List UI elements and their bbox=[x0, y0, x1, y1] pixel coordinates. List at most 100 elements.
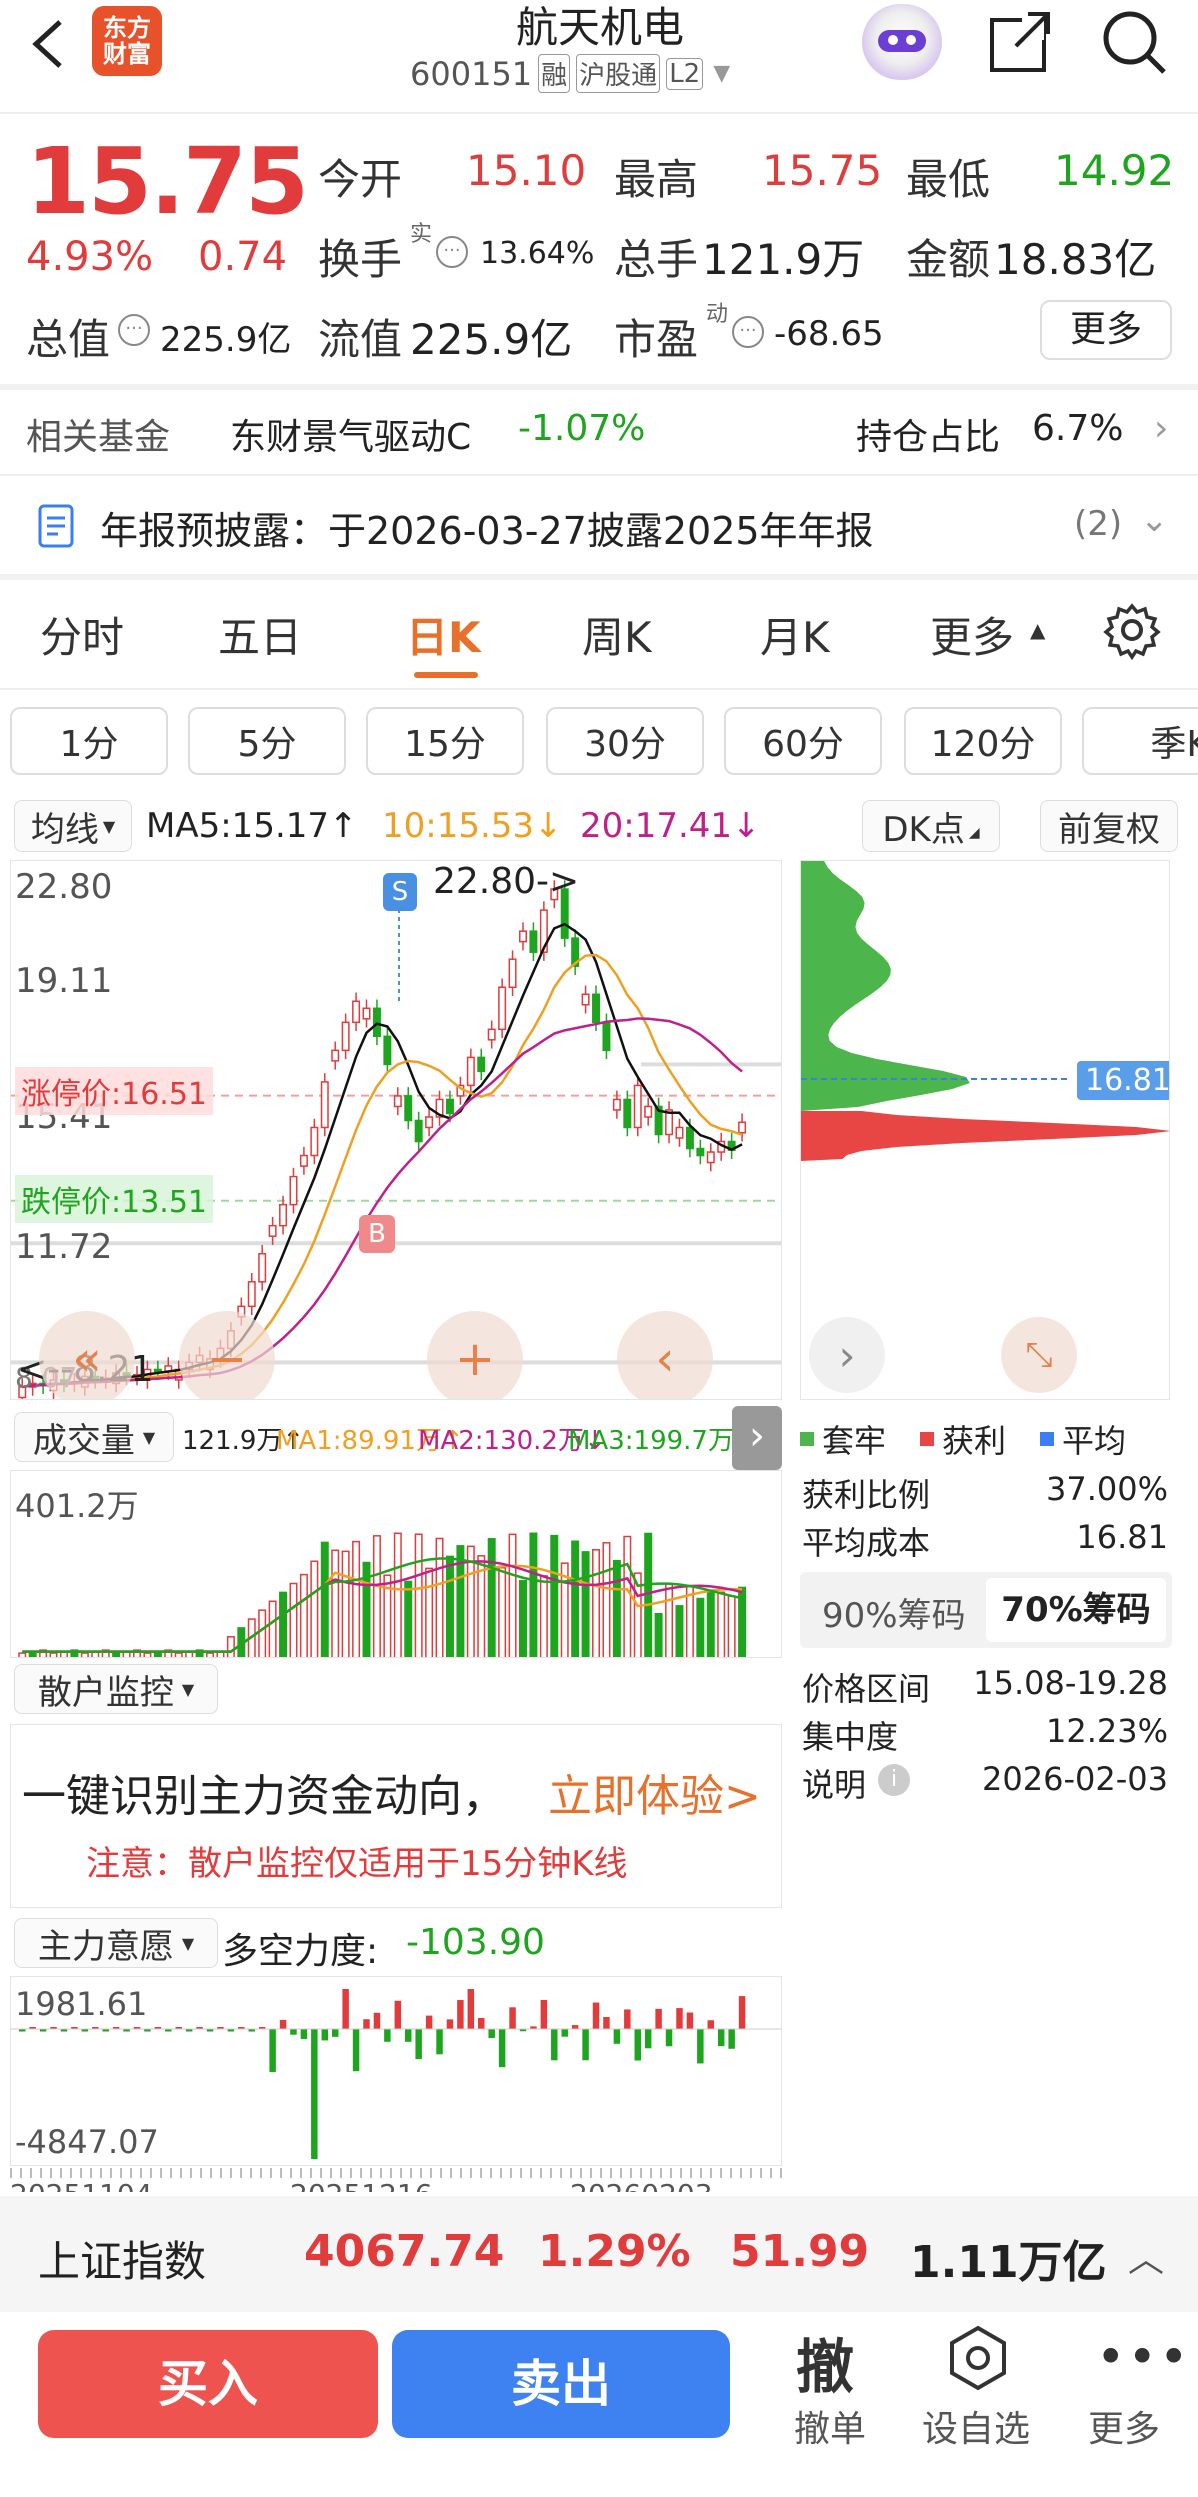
add-watchlist-label[interactable]: 设自选 bbox=[922, 2400, 1030, 2452]
index-price: 4067.74 bbox=[304, 2226, 505, 2277]
share-icon[interactable] bbox=[986, 10, 1056, 76]
tab-five-day[interactable]: 五日 bbox=[218, 604, 302, 665]
buy-button[interactable]: 买入 bbox=[38, 2330, 378, 2438]
ma-selector[interactable]: 均线 ▼ bbox=[14, 800, 132, 852]
main-force-bar bbox=[373, 2012, 381, 2029]
info-icon[interactable]: i bbox=[878, 1764, 910, 1796]
cancel-order-icon[interactable]: 撤 bbox=[796, 2320, 854, 2404]
volume-bar bbox=[279, 1591, 288, 1657]
sell-signal-badge[interactable]: S bbox=[383, 873, 417, 911]
fullscreen-icon[interactable]: ⤡ bbox=[1001, 1317, 1077, 1393]
main-force-selector[interactable]: 主力意愿 ▼ bbox=[14, 1918, 218, 1968]
more-label[interactable]: 更多 bbox=[1088, 2400, 1160, 2452]
legend-profit: 获利 bbox=[942, 1422, 1007, 1460]
period-5min[interactable]: 5分 bbox=[188, 707, 346, 775]
candle-body bbox=[247, 1281, 256, 1308]
scroll-left-end-icon[interactable]: « bbox=[39, 1311, 135, 1399]
tab-chip-70[interactable]: 70%筹码 bbox=[986, 1578, 1166, 1642]
legend-avg-swatch bbox=[1040, 1432, 1055, 1446]
main-force-bar bbox=[436, 2029, 443, 2055]
index-change: 51.99 bbox=[730, 2226, 870, 2277]
profit-chips bbox=[801, 1111, 1169, 1161]
panel-switch-arrow-icon[interactable]: › bbox=[732, 1406, 782, 1470]
tab-chip-90[interactable]: 90%筹码 bbox=[822, 1588, 966, 1637]
volume-selector[interactable]: 成交量 ▼ bbox=[14, 1412, 174, 1462]
ma10-value: 10:15.53↓ bbox=[382, 806, 563, 846]
pe-value: -68.65 bbox=[774, 314, 884, 354]
tab-minute[interactable]: 分时 bbox=[40, 604, 124, 665]
info-dots-icon[interactable]: ··· bbox=[118, 314, 150, 346]
chevron-down-icon[interactable]: ⌄ bbox=[1140, 500, 1169, 540]
stock-name: 航天机电 bbox=[515, 3, 684, 52]
low-label: 最低 bbox=[906, 155, 991, 204]
period-15min[interactable]: 15分 bbox=[366, 707, 524, 775]
notice-text[interactable]: 年报预披露：于2026-03-27披露2025年年报 bbox=[100, 500, 874, 555]
candle-body bbox=[685, 1126, 694, 1150]
period-30min[interactable]: 30分 bbox=[546, 707, 704, 775]
period-120min[interactable]: 120分 bbox=[904, 707, 1062, 775]
zoom-in-icon[interactable]: + bbox=[427, 1311, 523, 1399]
more-button[interactable]: 更多 bbox=[1040, 300, 1172, 360]
volume-bar bbox=[727, 1595, 736, 1657]
info-dots-icon[interactable]: ··· bbox=[732, 316, 764, 348]
main-force-bar bbox=[405, 2029, 412, 2042]
candle-body bbox=[633, 1084, 642, 1129]
volume-bar bbox=[341, 1550, 350, 1657]
tab-daily-k[interactable]: 日K bbox=[406, 604, 481, 665]
candle-body bbox=[738, 1121, 747, 1134]
cancel-order-label[interactable]: 撤单 bbox=[794, 2400, 866, 2452]
main-force-bar bbox=[509, 2007, 516, 2029]
chevron-right-icon[interactable]: › bbox=[1154, 408, 1168, 449]
limit-up-tag: 涨停价:16.51 bbox=[15, 1067, 213, 1115]
info-dots-icon[interactable]: ··· bbox=[436, 236, 468, 268]
buy-signal-badge[interactable]: B bbox=[359, 1215, 395, 1253]
fund-name[interactable]: 东财景气驱动C bbox=[230, 408, 471, 460]
main-force-bar bbox=[644, 2029, 652, 2049]
dk-point-button[interactable]: DK点 ◢ bbox=[862, 800, 1000, 852]
tab-monthly-k[interactable]: 月K bbox=[760, 604, 830, 665]
retail-note: 注意：散户监控仅适用于15分钟K线 bbox=[86, 1844, 628, 1884]
retail-selector[interactable]: 散户监控 ▼ bbox=[14, 1664, 218, 1714]
notice-count: (2) bbox=[1074, 504, 1123, 544]
candle-body bbox=[372, 1007, 381, 1038]
step-left-icon[interactable]: ‹ bbox=[617, 1311, 713, 1399]
robot-assistant-icon[interactable] bbox=[862, 4, 942, 80]
candle-body bbox=[602, 1021, 611, 1052]
caret-down-icon[interactable]: ▼ bbox=[713, 61, 730, 86]
app-logo: 东方 财富 bbox=[92, 6, 162, 76]
caret-down-icon: ▼ bbox=[181, 1679, 195, 1699]
more-dots-icon[interactable]: ••• bbox=[1096, 2328, 1190, 2386]
chip-chart[interactable]: 16.81 › ⤡ bbox=[800, 860, 1170, 1400]
main-force-bar bbox=[384, 2029, 391, 2042]
mktcap-value: 225.9亿 bbox=[160, 320, 292, 360]
zoom-out-icon[interactable]: − bbox=[179, 1311, 275, 1399]
retail-cta[interactable]: 立即体验> bbox=[548, 1760, 761, 1824]
add-watchlist-icon[interactable] bbox=[944, 2324, 1012, 2392]
expand-right-icon[interactable]: › bbox=[809, 1317, 885, 1393]
period-60min[interactable]: 60分 bbox=[724, 707, 882, 775]
retail-headline: 一键识别主力资金动向， bbox=[22, 1771, 506, 1822]
settings-gear-icon[interactable] bbox=[1102, 600, 1162, 661]
k-chart[interactable]: 22.80 19.11 15.41 11.72 8.07 涨停价:16.51 跌… bbox=[10, 860, 782, 1400]
fund-label: 相关基金 bbox=[26, 417, 171, 458]
volume-bar bbox=[352, 1540, 361, 1657]
period-quarter[interactable]: 季K bbox=[1082, 707, 1198, 775]
adjust-button[interactable]: 前复权 bbox=[1040, 800, 1178, 852]
period-1min[interactable]: 1分 bbox=[10, 707, 168, 775]
turnover-sup: 实 bbox=[410, 222, 433, 247]
volume-bar bbox=[206, 1652, 215, 1657]
main-force-bar bbox=[331, 2029, 339, 2037]
main-force-bar bbox=[290, 2029, 297, 2035]
tab-more[interactable]: 更多 bbox=[930, 604, 1014, 665]
high-label: 最高 bbox=[614, 155, 699, 204]
volume-y-top: 401.2万 bbox=[15, 1487, 139, 1525]
back-icon[interactable] bbox=[22, 14, 72, 74]
volume-bar bbox=[414, 1533, 423, 1657]
volume-bar bbox=[623, 1535, 632, 1657]
tab-weekly-k[interactable]: 周K bbox=[582, 604, 652, 665]
chevron-up-icon[interactable]: ︿ bbox=[1128, 2230, 1164, 2282]
volume-bar bbox=[299, 1573, 308, 1657]
volume-bar bbox=[675, 1605, 684, 1657]
search-icon[interactable] bbox=[1098, 6, 1170, 78]
sell-button[interactable]: 卖出 bbox=[392, 2330, 730, 2438]
